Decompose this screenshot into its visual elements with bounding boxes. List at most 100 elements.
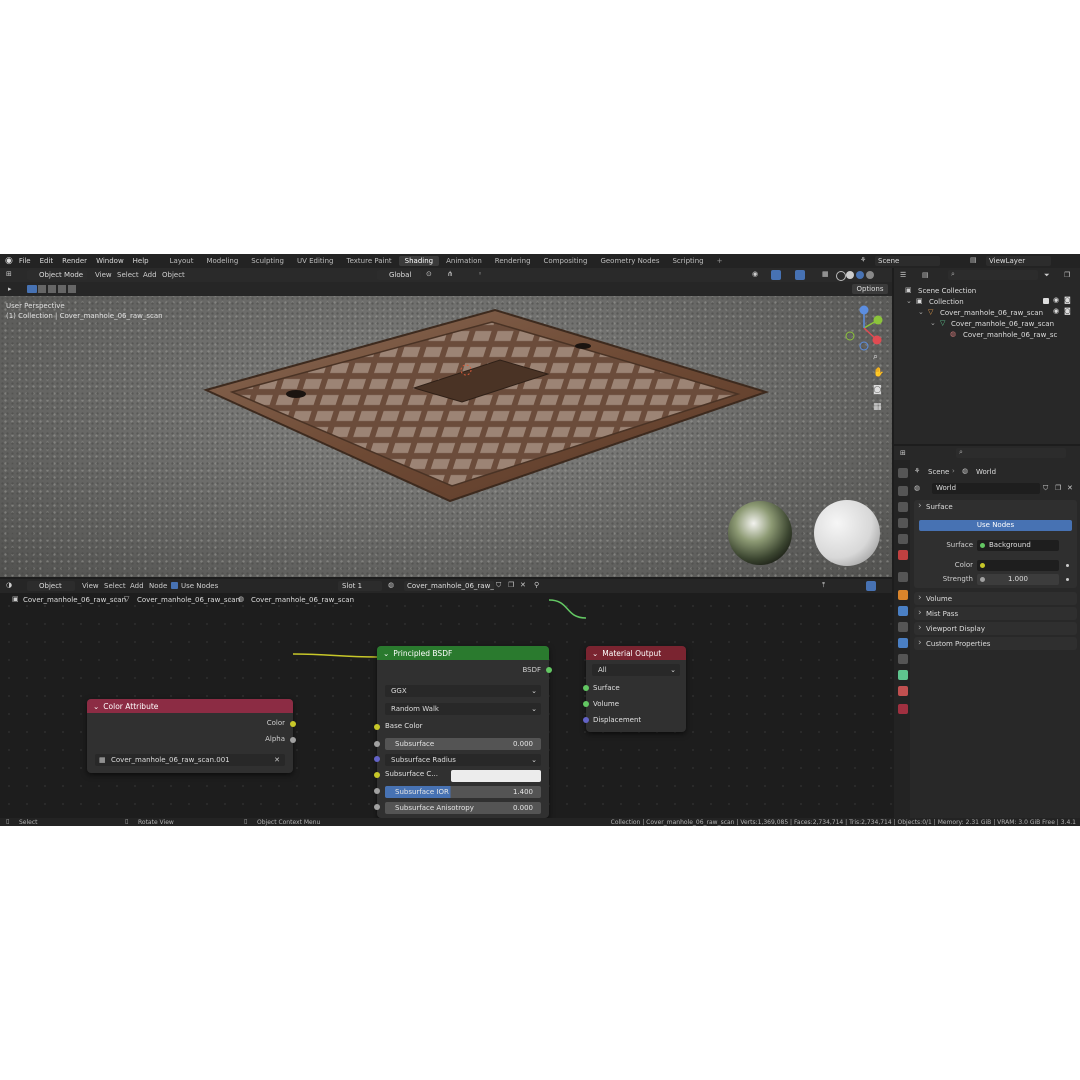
surface-panel-header[interactable]: Surface	[914, 500, 1077, 514]
outliner-search-input[interactable]: ⌕	[948, 270, 1038, 280]
expand-icon[interactable]: ⌄	[906, 297, 912, 305]
ortho-grid-icon[interactable]: ▦	[873, 402, 882, 412]
world-browse-icon[interactable]: ◍	[914, 484, 920, 492]
subsurface-ior-input-socket[interactable]	[374, 788, 380, 794]
surface-input-socket[interactable]	[583, 685, 589, 691]
menu-edit[interactable]: Edit	[40, 257, 54, 265]
node-menu-select[interactable]: Select	[104, 582, 126, 590]
visibility-eye-icon[interactable]: ◉	[1053, 296, 1059, 304]
snap-icon[interactable]: ⋔	[447, 270, 453, 278]
principled-bsdf-header[interactable]: ⌄ Principled BSDF	[377, 646, 549, 660]
material-browse-icon[interactable]: ◍	[388, 581, 394, 589]
color-attribute-layer-field[interactable]: ▦ Cover_manhole_06_raw_scan.001 ✕	[95, 754, 285, 766]
gizmo-icon[interactable]	[771, 270, 781, 280]
tab-rendering[interactable]: Rendering	[489, 256, 537, 266]
volume-panel-header[interactable]: Volume	[914, 592, 1077, 605]
view-layer-tab-icon[interactable]	[898, 518, 908, 528]
pin-icon[interactable]: ⚲	[534, 581, 539, 589]
zoom-icon[interactable]: ⌕	[873, 352, 878, 362]
subsurface-radius-dropdown[interactable]: Subsurface Radius ⌄	[385, 754, 541, 766]
viewport-menu-object[interactable]: Object	[162, 271, 185, 279]
subsurface-anisotropy-input-socket[interactable]	[374, 804, 380, 810]
select-invert-icon[interactable]	[58, 285, 66, 293]
unlink-world-icon[interactable]: ✕	[1067, 484, 1073, 492]
overlay-node-icon[interactable]	[866, 581, 876, 591]
select-intersect-icon[interactable]	[68, 285, 76, 293]
tab-layout[interactable]: Layout	[164, 256, 200, 266]
world-tab-icon[interactable]	[898, 550, 908, 560]
use-nodes-button[interactable]: Use Nodes	[919, 520, 1072, 531]
material-selector[interactable]: Cover_manhole_06_raw_scan	[404, 581, 494, 591]
output-tab-icon[interactable]	[898, 502, 908, 512]
pan-hand-icon[interactable]: ✋	[873, 368, 884, 378]
tab-texture-paint[interactable]: Texture Paint	[341, 256, 398, 266]
editor-type-icon[interactable]: ⊞	[6, 270, 12, 278]
material-tab-icon[interactable]	[898, 686, 908, 696]
viewport-display-panel[interactable]: Viewport Display	[914, 622, 1077, 635]
outliner-type-icon[interactable]: ☰	[900, 271, 906, 279]
volume-panel[interactable]: Volume	[914, 592, 1077, 605]
subsurface-radius-input-socket[interactable]	[374, 756, 380, 762]
visibility-icon[interactable]: ◉	[752, 270, 758, 278]
scene-selector[interactable]: Scene	[875, 256, 940, 266]
color-attribute-node[interactable]: ⌄ Color Attribute Color Alpha ▦ Cover_ma…	[87, 699, 293, 773]
subsurface-method-dropdown[interactable]: Random Walk ⌄	[385, 703, 541, 715]
slot-selector[interactable]: Slot 1	[338, 581, 382, 591]
collapse-icon[interactable]: ⌄	[93, 702, 99, 711]
viewport-display-panel-header[interactable]: Viewport Display	[914, 622, 1077, 635]
orientation-selector[interactable]: Global	[377, 270, 421, 280]
physics-tab-icon[interactable]	[898, 638, 908, 648]
camera-icon[interactable]: ◙	[873, 385, 882, 395]
alpha-output-socket[interactable]	[290, 737, 296, 743]
navigation-gizmo[interactable]	[840, 304, 890, 354]
view-layer-selector[interactable]: ViewLayer	[986, 256, 1051, 266]
mist-pass-panel-header[interactable]: Mist Pass	[914, 607, 1077, 620]
color-output-socket[interactable]	[290, 721, 296, 727]
constraints-tab-icon[interactable]	[898, 654, 908, 664]
properties-type-icon[interactable]: ⊞	[900, 449, 906, 457]
proportional-edit-icon[interactable]: ◦	[478, 270, 482, 278]
collection-checkbox[interactable]	[1043, 298, 1049, 304]
use-nodes-checkbox[interactable]	[171, 582, 178, 589]
tab-scripting[interactable]: Scripting	[666, 256, 709, 266]
distribution-dropdown[interactable]: GGX ⌄	[385, 685, 541, 697]
tab-compositing[interactable]: Compositing	[538, 256, 594, 266]
render-camera-icon[interactable]: ◙	[1064, 296, 1071, 304]
display-mode-icon[interactable]: ▤	[922, 271, 929, 279]
subsurface-slider[interactable]: Subsurface 0.000	[385, 738, 541, 750]
xray-icon[interactable]: ▦	[822, 270, 829, 278]
subsurface-color-input-socket[interactable]	[374, 772, 380, 778]
duplicate-material-icon[interactable]: ❐	[508, 581, 514, 589]
duplicate-world-icon[interactable]: ❐	[1055, 484, 1061, 492]
shading-wireframe-icon[interactable]	[836, 271, 846, 281]
world-name-field[interactable]: World	[932, 483, 1040, 494]
custom-properties-panel-header[interactable]: Custom Properties	[914, 637, 1077, 650]
material-label[interactable]: Cover_manhole_06_raw_sc	[963, 331, 1057, 339]
blender-logo-icon[interactable]: ◉	[5, 256, 13, 266]
clear-icon[interactable]: ✕	[274, 754, 280, 766]
tab-animation[interactable]: Animation	[440, 256, 488, 266]
toolbar-toggle-icon[interactable]: ▸	[8, 285, 12, 293]
subsurface-input-socket[interactable]	[374, 741, 380, 747]
render-tab-icon[interactable]	[898, 486, 908, 496]
mesh-label[interactable]: Cover_manhole_06_raw_scan	[951, 320, 1054, 328]
node-menu-add[interactable]: Add	[130, 582, 144, 590]
collapse-icon[interactable]: ⌄	[592, 649, 598, 658]
tab-sculpting[interactable]: Sculpting	[245, 256, 290, 266]
pivot-icon[interactable]: ⊙	[426, 270, 432, 278]
menu-file[interactable]: File	[19, 257, 31, 265]
bsdf-output-socket[interactable]	[546, 667, 552, 673]
viewport-menu-select[interactable]: Select	[117, 271, 139, 279]
new-collection-icon[interactable]: ❐	[1064, 271, 1070, 279]
add-workspace-icon[interactable]: +	[711, 256, 729, 266]
object-label[interactable]: Cover_manhole_06_raw_scan	[940, 309, 1043, 317]
displacement-input-socket[interactable]	[583, 717, 589, 723]
scene-icon[interactable]: ⚘	[860, 256, 866, 264]
subsurface-ior-slider[interactable]: Subsurface IOR 1.400	[385, 786, 541, 798]
color-attribute-header[interactable]: ⌄ Color Attribute	[87, 699, 293, 713]
tab-geometry-nodes[interactable]: Geometry Nodes	[594, 256, 665, 266]
principled-bsdf-node[interactable]: ⌄ Principled BSDF BSDF GGX ⌄ Random Walk…	[377, 646, 549, 818]
shader-type-selector[interactable]: Object	[27, 581, 75, 591]
shading-rendered-icon[interactable]	[866, 271, 874, 279]
collapse-icon[interactable]: ⌄	[383, 649, 389, 658]
